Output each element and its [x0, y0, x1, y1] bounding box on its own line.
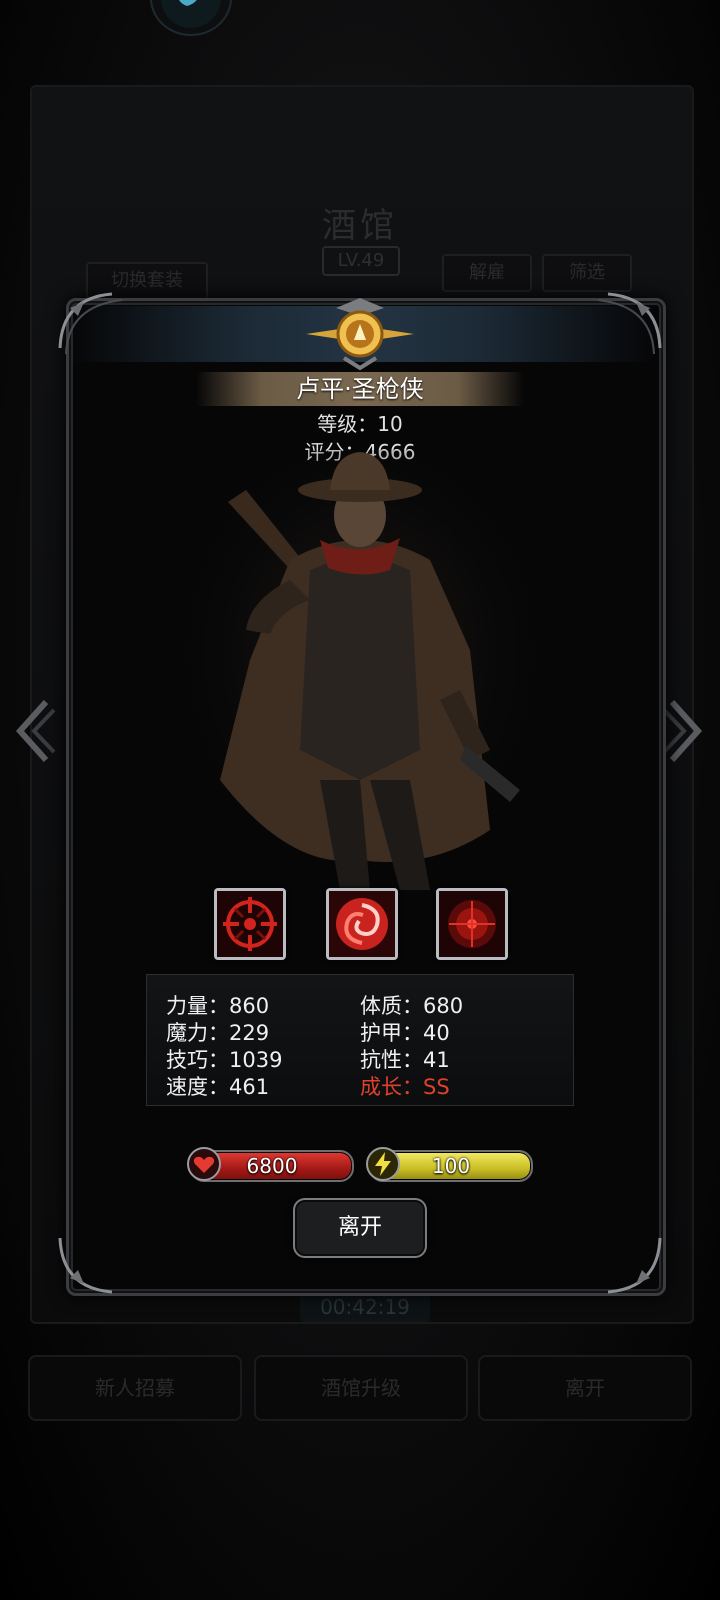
- tab-tavern-upgrade: 酒馆升级: [254, 1355, 468, 1421]
- filter-button: 筛选: [542, 254, 632, 292]
- tavern-level-badge: LV.49: [322, 246, 400, 276]
- recruit-timer: 00:42:19: [300, 1292, 430, 1322]
- tab-new-recruit: 新人招募: [28, 1355, 242, 1421]
- swirl-skill-icon[interactable]: [326, 888, 398, 960]
- energy-bar: 100: [366, 1147, 533, 1182]
- leave-button[interactable]: 离开: [293, 1198, 427, 1258]
- next-hero-arrow-icon[interactable]: [660, 696, 708, 766]
- dismiss-button: 解雇: [442, 254, 532, 292]
- ornament-corner-icon: [607, 1237, 662, 1294]
- sun-emblem-icon: [306, 298, 414, 371]
- stat-resistance: 抗性：41: [360, 1048, 450, 1072]
- stat-magic: 魔力：229: [166, 1021, 270, 1045]
- stat-constitution: 体质：680: [360, 994, 464, 1018]
- stat-growth: 成长：SS: [360, 1075, 450, 1099]
- target-scope-skill-icon[interactable]: [436, 888, 508, 960]
- stat-strength: 力量：860: [166, 994, 270, 1018]
- stat-armor: 护甲：40: [360, 1021, 450, 1045]
- previous-hero-arrow-icon[interactable]: [10, 696, 58, 766]
- tavern-title: 酒馆: [322, 206, 398, 246]
- hp-value: 6800: [246, 1154, 298, 1178]
- ornament-corner-icon: [58, 1237, 113, 1294]
- tab-leave: 离开: [478, 1355, 692, 1421]
- hero-level: 等级：10: [317, 412, 403, 436]
- hero-portrait: [170, 450, 550, 900]
- energy-value: 100: [431, 1154, 471, 1178]
- hero-name: 卢平·圣枪侠: [296, 375, 424, 403]
- stat-skill: 技巧：1039: [166, 1048, 283, 1072]
- crosshair-skill-icon[interactable]: [214, 888, 286, 960]
- stat-speed: 速度：461: [166, 1075, 270, 1099]
- hp-bar: 6800: [187, 1147, 354, 1182]
